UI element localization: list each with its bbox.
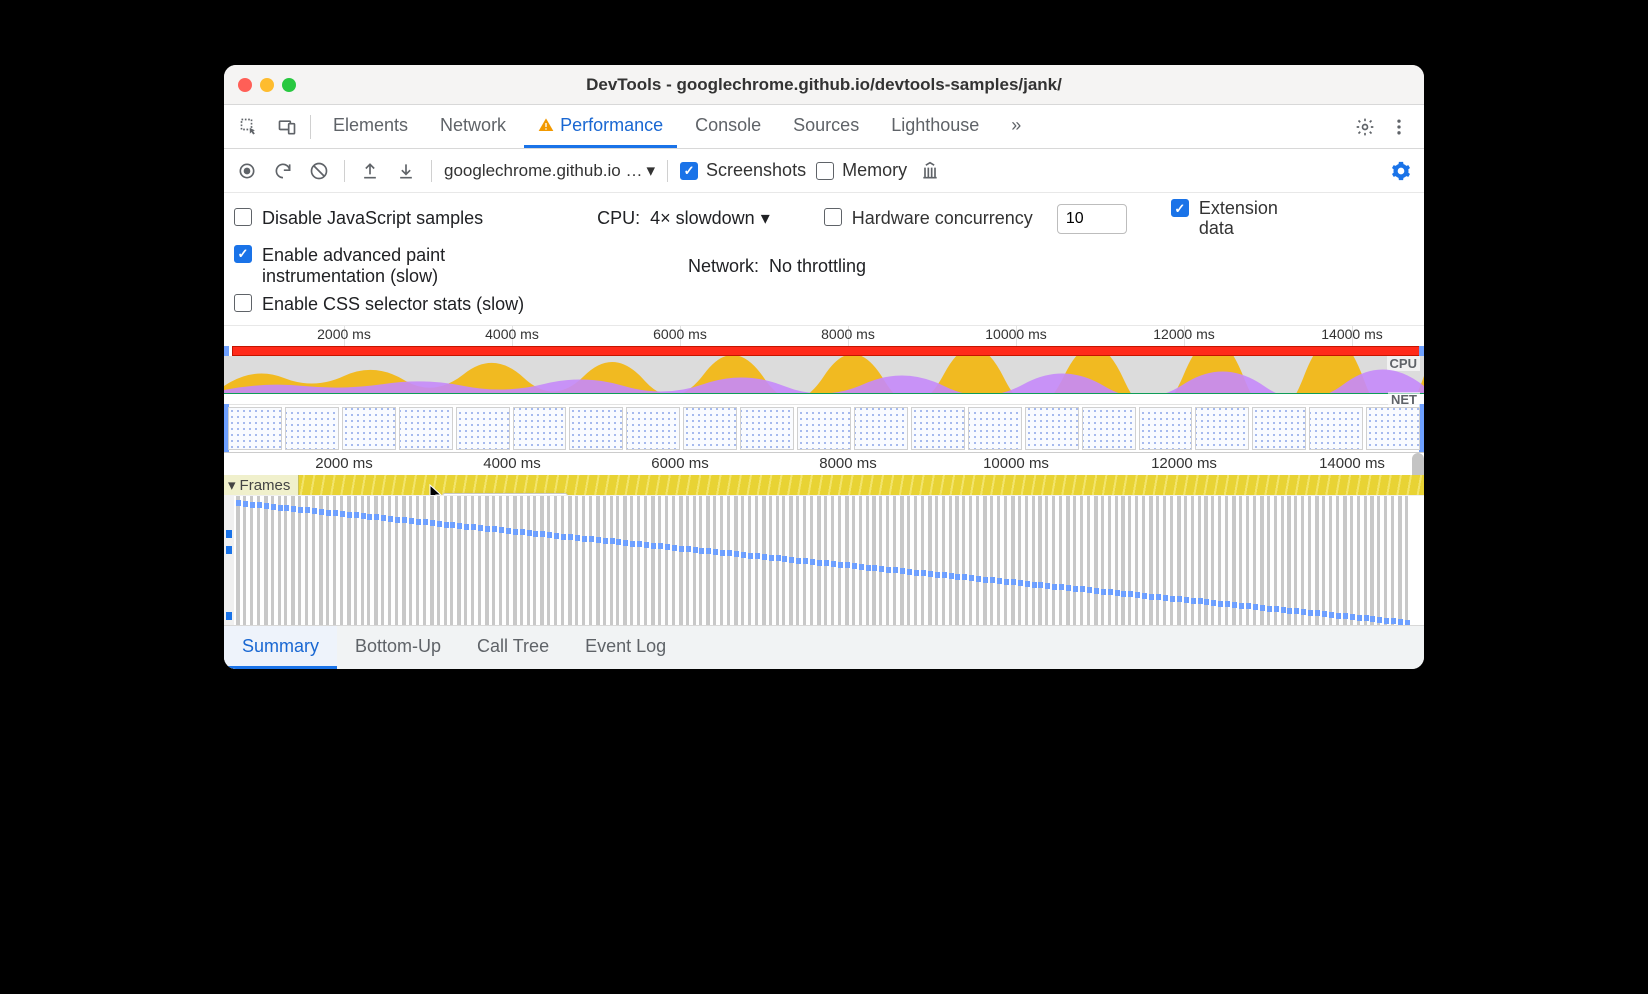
record-button[interactable] xyxy=(234,158,260,184)
checkbox-icon xyxy=(234,208,252,226)
filmstrip-thumbnail[interactable] xyxy=(1139,407,1193,450)
recording-url-select[interactable]: googlechrome.github.io … ▾ xyxy=(444,161,655,181)
network-label: Network: xyxy=(688,256,759,277)
checkbox-icon xyxy=(234,294,252,312)
tab-call-tree[interactable]: Call Tree xyxy=(459,626,567,669)
tab-bottom-up[interactable]: Bottom-Up xyxy=(337,626,459,669)
tab-sources[interactable]: Sources xyxy=(779,105,873,148)
filmstrip-thumbnail[interactable] xyxy=(797,407,851,450)
devtools-window: DevTools - googlechrome.github.io/devtoo… xyxy=(224,65,1424,669)
filmstrip-thumbnail[interactable] xyxy=(1309,407,1363,450)
garbage-collect-button[interactable] xyxy=(917,158,943,184)
filmstrip-thumbnail[interactable] xyxy=(683,407,737,450)
hardware-concurrency-input[interactable] xyxy=(1057,204,1127,234)
extension-data-checkbox[interactable]: Extension data xyxy=(1171,199,1299,239)
dropdown-caret-icon: ▾ xyxy=(646,161,655,181)
tab-elements[interactable]: Elements xyxy=(319,105,422,148)
kebab-menu-icon[interactable] xyxy=(1386,114,1412,140)
chevron-double-right-icon: » xyxy=(1011,115,1021,136)
filmstrip-thumbnail[interactable] xyxy=(456,407,510,450)
tab-overflow[interactable]: » xyxy=(997,105,1035,148)
overview-network-row: NET xyxy=(224,394,1424,404)
filmstrip-thumbnail[interactable] xyxy=(740,407,794,450)
frames-track-header[interactable]: ▾ Frames 8.3 ms Frame xyxy=(224,475,1424,495)
upload-profile-button[interactable] xyxy=(357,158,383,184)
disable-js-samples-checkbox[interactable]: Disable JavaScript samples xyxy=(234,208,483,230)
overview-filmstrip[interactable] xyxy=(224,404,1424,452)
checkbox-icon xyxy=(234,245,252,263)
frames-track-label: Frames xyxy=(240,477,291,494)
flamechart-time-ruler: 2000 ms 4000 ms 6000 ms 8000 ms 10000 ms… xyxy=(224,453,1424,475)
advanced-paint-checkbox[interactable]: Enable advanced paint instrumentation (s… xyxy=(234,245,534,288)
filmstrip-thumbnail[interactable] xyxy=(1366,407,1420,450)
zoom-window-button[interactable] xyxy=(282,78,296,92)
overview-pane[interactable]: 2000 ms 4000 ms 6000 ms 8000 ms 10000 ms… xyxy=(224,326,1424,453)
filmstrip-thumbnail[interactable] xyxy=(1195,407,1249,450)
dropdown-caret-icon: ▾ xyxy=(761,208,770,229)
tab-lighthouse[interactable]: Lighthouse xyxy=(877,105,993,148)
warning-icon xyxy=(538,117,554,133)
clear-button[interactable] xyxy=(306,158,332,184)
download-profile-button[interactable] xyxy=(393,158,419,184)
screenshots-checkbox[interactable]: Screenshots xyxy=(680,160,806,181)
filmstrip-thumbnail[interactable] xyxy=(626,407,680,450)
inspect-element-icon[interactable] xyxy=(236,114,262,140)
filmstrip-thumbnail[interactable] xyxy=(854,407,908,450)
filmstrip-thumbnail[interactable] xyxy=(399,407,453,450)
filmstrip-thumbnail[interactable] xyxy=(1082,407,1136,450)
reload-record-button[interactable] xyxy=(270,158,296,184)
overview-time-ruler: 2000 ms 4000 ms 6000 ms 8000 ms 10000 ms… xyxy=(224,326,1424,346)
tab-performance[interactable]: Performance xyxy=(524,105,677,148)
performance-toolbar: googlechrome.github.io … ▾ Screenshots M… xyxy=(224,149,1424,193)
window-title: DevTools - googlechrome.github.io/devtoo… xyxy=(224,75,1424,95)
network-throttle-value: No throttling xyxy=(769,256,866,277)
details-tabstrip: Summary Bottom-Up Call Tree Event Log xyxy=(224,625,1424,669)
checkbox-icon xyxy=(680,162,698,180)
frames-track-body[interactable] xyxy=(224,495,1424,625)
flamechart-pane[interactable]: 2000 ms 4000 ms 6000 ms 8000 ms 10000 ms… xyxy=(224,453,1424,625)
filmstrip-thumbnail[interactable] xyxy=(228,407,282,450)
filmstrip-thumbnail[interactable] xyxy=(1252,407,1306,450)
filmstrip-thumbnail[interactable] xyxy=(513,407,567,450)
tab-console[interactable]: Console xyxy=(681,105,775,148)
filmstrip-thumbnail[interactable] xyxy=(968,407,1022,450)
traffic-lights xyxy=(224,78,296,92)
filmstrip-thumbnail[interactable] xyxy=(1025,407,1079,450)
titlebar: DevTools - googlechrome.github.io/devtoo… xyxy=(224,65,1424,105)
overview-fps-bar xyxy=(232,346,1420,356)
memory-checkbox[interactable]: Memory xyxy=(816,160,907,181)
tab-event-log[interactable]: Event Log xyxy=(567,626,684,669)
device-toolbar-icon[interactable] xyxy=(274,114,300,140)
filmstrip-thumbnail[interactable] xyxy=(911,407,965,450)
capture-settings-button[interactable] xyxy=(1388,158,1414,184)
filmstrip-thumbnail[interactable] xyxy=(569,407,623,450)
tab-network[interactable]: Network xyxy=(426,105,520,148)
overview-cpu-chart: CPU xyxy=(224,356,1424,394)
checkbox-icon xyxy=(824,208,842,226)
main-tab-row: Elements Network Performance Console Sou… xyxy=(224,105,1424,149)
net-label: NET xyxy=(1388,392,1420,407)
filmstrip-thumbnail[interactable] xyxy=(342,407,396,450)
css-selector-stats-checkbox[interactable]: Enable CSS selector stats (slow) xyxy=(234,294,524,316)
hardware-concurrency-checkbox[interactable]: Hardware concurrency xyxy=(824,208,1033,230)
checkbox-icon xyxy=(1171,199,1189,217)
disclosure-triangle-icon[interactable]: ▾ xyxy=(228,476,236,494)
filmstrip-thumbnail[interactable] xyxy=(285,407,339,450)
checkbox-icon xyxy=(816,162,834,180)
cpu-throttle-select[interactable]: 4× slowdown ▾ xyxy=(650,208,770,229)
close-window-button[interactable] xyxy=(238,78,252,92)
minimize-window-button[interactable] xyxy=(260,78,274,92)
settings-icon[interactable] xyxy=(1352,114,1378,140)
capture-options: Disable JavaScript samples CPU: 4× slowd… xyxy=(224,193,1424,326)
cpu-label: CPU: xyxy=(597,208,640,229)
panel-tabs: Elements Network Performance Console Sou… xyxy=(319,105,1035,148)
tab-summary[interactable]: Summary xyxy=(224,626,337,669)
